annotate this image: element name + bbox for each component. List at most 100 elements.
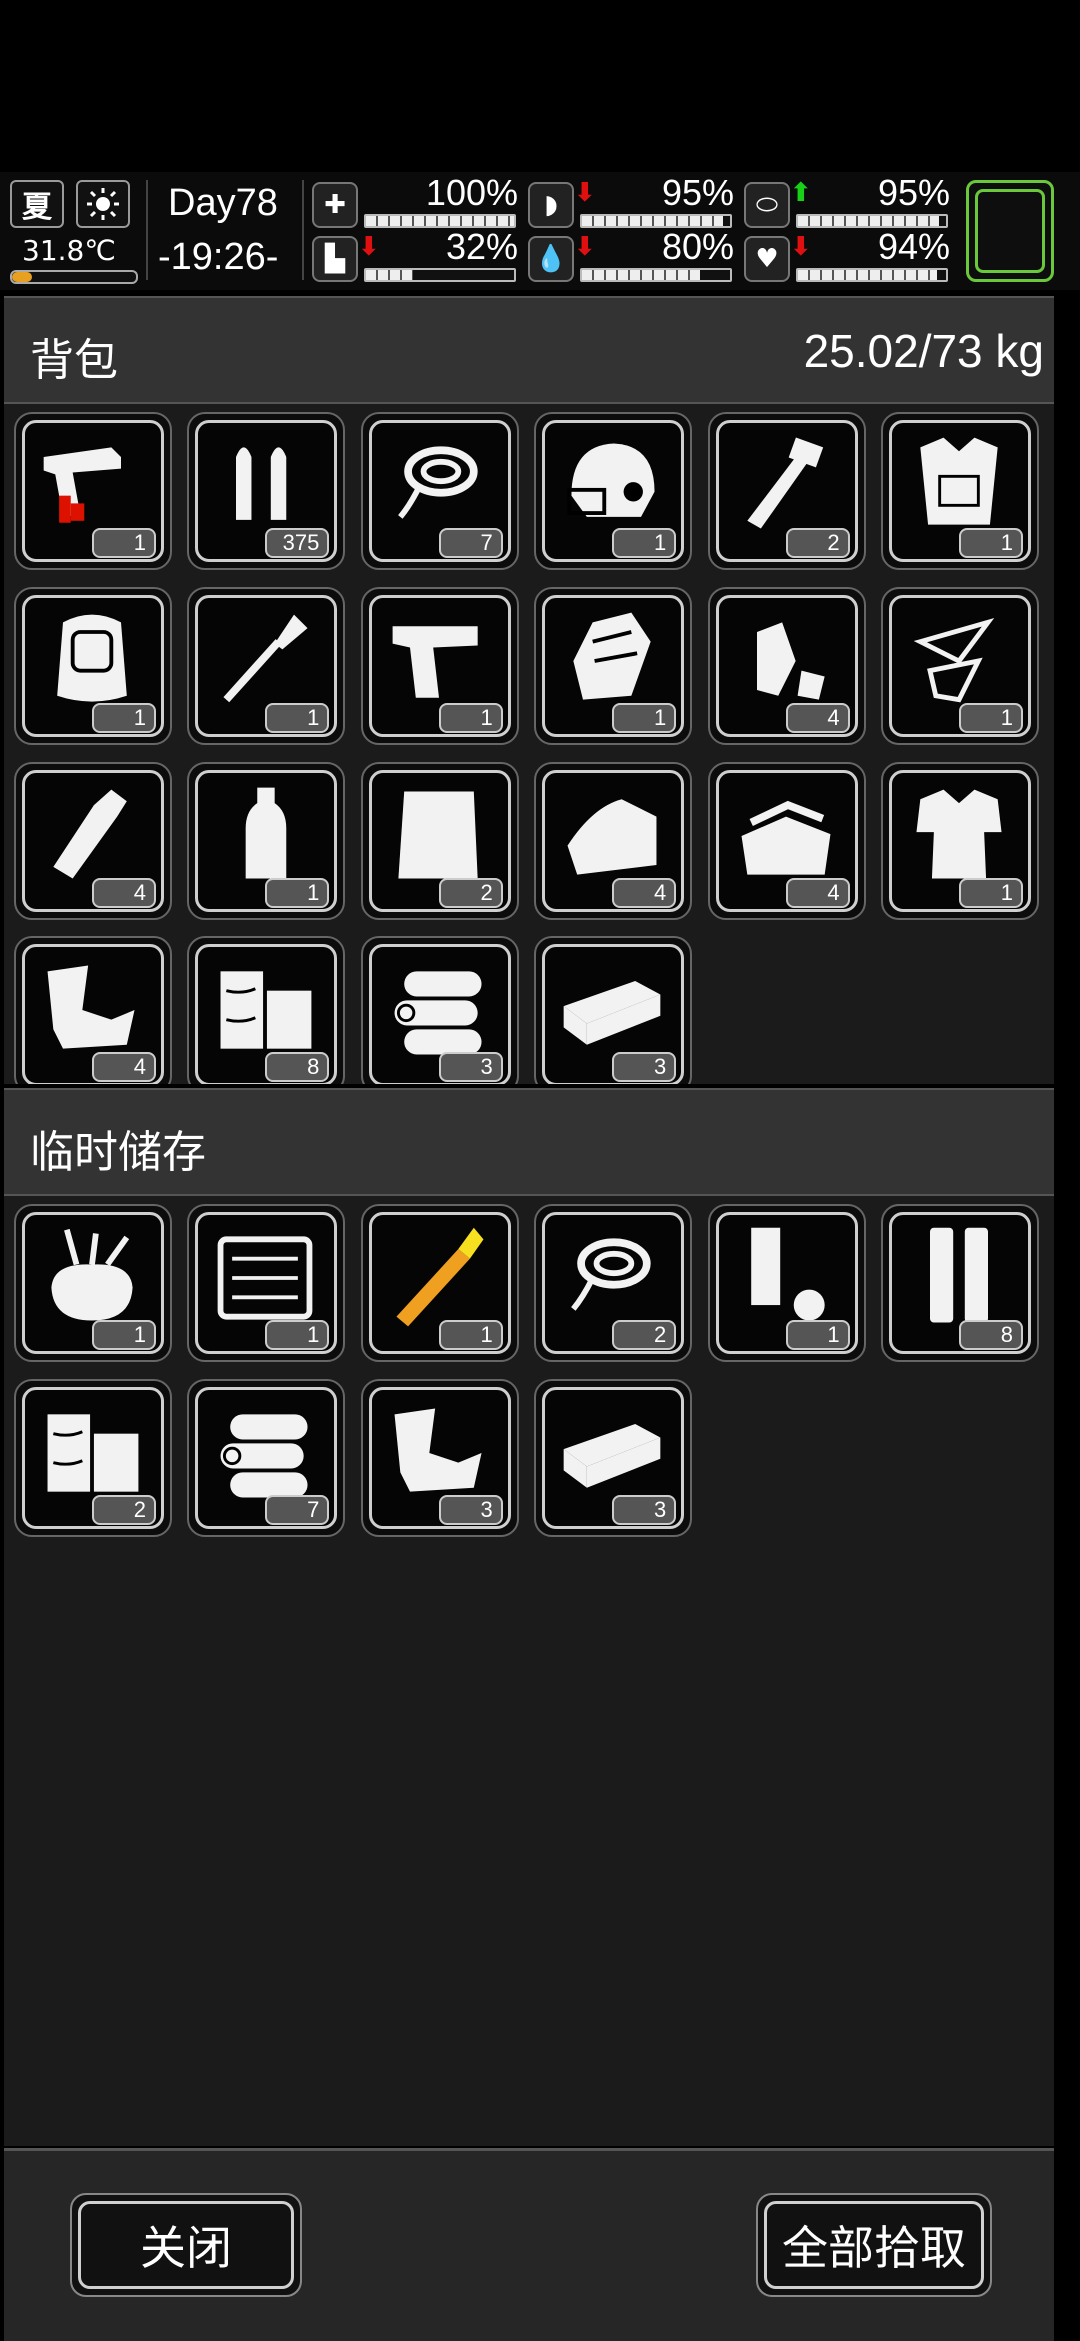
season-label: 夏 [22, 190, 52, 225]
rope-icon [571, 1238, 651, 1311]
storage-item-slot[interactable]: 2 [14, 1378, 172, 1537]
close-button[interactable]: 关闭 [70, 2193, 302, 2297]
backpack-item-slot[interactable]: 7 [360, 412, 519, 570]
backpack-grid[interactable]: 1 375 7 1 2 1 1 1 1 1 4 1 4 1 2 4 4 1 4 8 3 3 [4, 404, 1054, 1084]
gloves-icon [573, 612, 651, 700]
shovel-icon [223, 614, 308, 703]
item-count-badge: 2 [438, 877, 503, 908]
storage-item-slot[interactable]: 1 [187, 1204, 346, 1362]
backpack-item-slot[interactable]: 2 [360, 761, 519, 920]
pistol-icon [392, 625, 478, 698]
item-count-badge: 7 [438, 528, 503, 558]
temperature-label: 31.8℃ [22, 234, 116, 267]
item-count-badge: 1 [92, 1320, 156, 1350]
storage-grid[interactable]: 1 1 1 2 1 8 2 7 3 3 [4, 1196, 1054, 2146]
backpack-item-slot[interactable]: 1 [187, 761, 346, 920]
stat-stamina: ▙ ⬇ 32% [312, 226, 518, 284]
backpack-item-slot[interactable]: 1 [360, 586, 519, 745]
stat-energy: ⬭ ⬆ 95% [744, 172, 950, 230]
item-count-badge: 1 [265, 1320, 330, 1350]
backpack-item-slot[interactable]: 4 [534, 761, 693, 920]
backpack-icon [57, 614, 127, 702]
backpack-item-slot[interactable]: 3 [360, 936, 519, 1084]
backpack-item-slot[interactable]: 1 [14, 412, 172, 570]
backpack-item-slot[interactable]: 4 [707, 586, 866, 745]
backpack-item-slot[interactable]: 4 [14, 761, 172, 920]
backpack-item-slot[interactable]: 1 [534, 412, 693, 570]
cloth-sheet-icon [398, 791, 478, 879]
storage-item-slot[interactable]: 3 [534, 1378, 693, 1537]
divider [146, 180, 148, 280]
scrap-metal-icon [47, 965, 135, 1049]
take-all-button[interactable]: 全部拾取 [756, 2193, 992, 2297]
trend-up-icon: ⬆ [790, 178, 812, 208]
item-count-badge: 1 [92, 528, 156, 558]
divider [302, 180, 304, 280]
storage-item-slot[interactable]: 1 [14, 1204, 172, 1362]
item-count-badge: 4 [612, 877, 677, 908]
trend-down-icon: ⬇ [358, 232, 380, 262]
stat-value: 32% [445, 226, 518, 267]
backpack-item-slot[interactable]: 1 [14, 586, 172, 745]
steel-tubes-icon [930, 1227, 988, 1323]
item-count-badge: 4 [92, 877, 156, 908]
backpack-item-slot[interactable]: 1 [534, 586, 693, 745]
take-all-button-label: 全部拾取 [764, 2201, 984, 2289]
backpack-item-slot[interactable]: 1 [881, 586, 1039, 745]
item-count-badge: 2 [785, 528, 850, 558]
storage-item-slot[interactable]: 7 [187, 1378, 346, 1537]
item-count-badge: 1 [265, 702, 330, 733]
toolbox-icon [218, 1236, 313, 1320]
glass-shards-icon [913, 617, 995, 703]
storage-header: 临时储存 [4, 1088, 1054, 1196]
glass-bottle-icon [53, 789, 127, 879]
backpack-item-slot[interactable]: 1 [187, 586, 346, 745]
backpack-item-slot[interactable]: 8 [187, 936, 346, 1084]
backpack-item-slot[interactable]: 3 [534, 936, 693, 1084]
storage-item-slot[interactable]: 8 [881, 1204, 1039, 1362]
item-count-badge: 1 [438, 702, 503, 733]
backpack-item-slot[interactable]: 4 [14, 936, 172, 1084]
stat-thirst: 💧 ⬇ 80% [528, 226, 734, 284]
trend-down-icon: ⬇ [574, 232, 596, 262]
backpack-item-slot[interactable]: 375 [187, 412, 346, 570]
storage-item-slot[interactable]: 2 [534, 1204, 693, 1362]
storage-item-slot[interactable]: 1 [360, 1204, 519, 1362]
pill-icon: ⬭ [744, 182, 790, 228]
item-count-badge: 375 [265, 528, 330, 558]
item-count-badge: 1 [959, 877, 1023, 908]
armor-vest-icon [920, 437, 998, 525]
rope-icon [397, 446, 478, 519]
item-count-badge: 2 [612, 1320, 677, 1350]
stat-hunger: ◗ ⬇ 95% [528, 172, 734, 230]
backpack-item-slot[interactable]: 4 [707, 761, 866, 920]
item-count-badge: 1 [959, 528, 1023, 558]
equipment-slot[interactable] [966, 180, 1054, 282]
water-drop-icon: 💧 [528, 236, 574, 282]
stat-value: 95% [661, 172, 734, 213]
item-count-badge: 3 [438, 1052, 503, 1083]
backpack-weight: 25.02/73 kg [803, 325, 1044, 377]
bottom-bar: 关闭 全部拾取 [4, 2148, 1054, 2341]
item-count-badge: 4 [785, 702, 850, 733]
flare-gun-icon [43, 447, 121, 523]
bullets-icon [236, 447, 287, 520]
temperature-bar [10, 270, 138, 284]
scrap-metal-icon [394, 1408, 482, 1492]
day-counter: Day78 [168, 182, 278, 224]
logs-icon [220, 1414, 308, 1498]
backpack-item-slot[interactable]: 2 [707, 412, 866, 570]
logs-icon [394, 971, 482, 1055]
backpack-item-slot[interactable]: 1 [881, 761, 1039, 920]
towel-icon [567, 798, 657, 875]
stat-value: 94% [877, 226, 950, 267]
stat-mood: ♥ ⬇ 94% [744, 226, 950, 284]
storage-item-slot[interactable]: 3 [360, 1378, 519, 1537]
backpack-header: 背包 25.02/73 kg [4, 296, 1054, 404]
leg-icon: ▙ [312, 236, 358, 282]
trend-down-icon: ⬇ [790, 232, 812, 262]
item-count-badge: 4 [785, 877, 850, 908]
item-count-badge: 2 [92, 1494, 156, 1525]
backpack-item-slot[interactable]: 1 [881, 412, 1039, 570]
storage-item-slot[interactable]: 1 [707, 1204, 866, 1362]
